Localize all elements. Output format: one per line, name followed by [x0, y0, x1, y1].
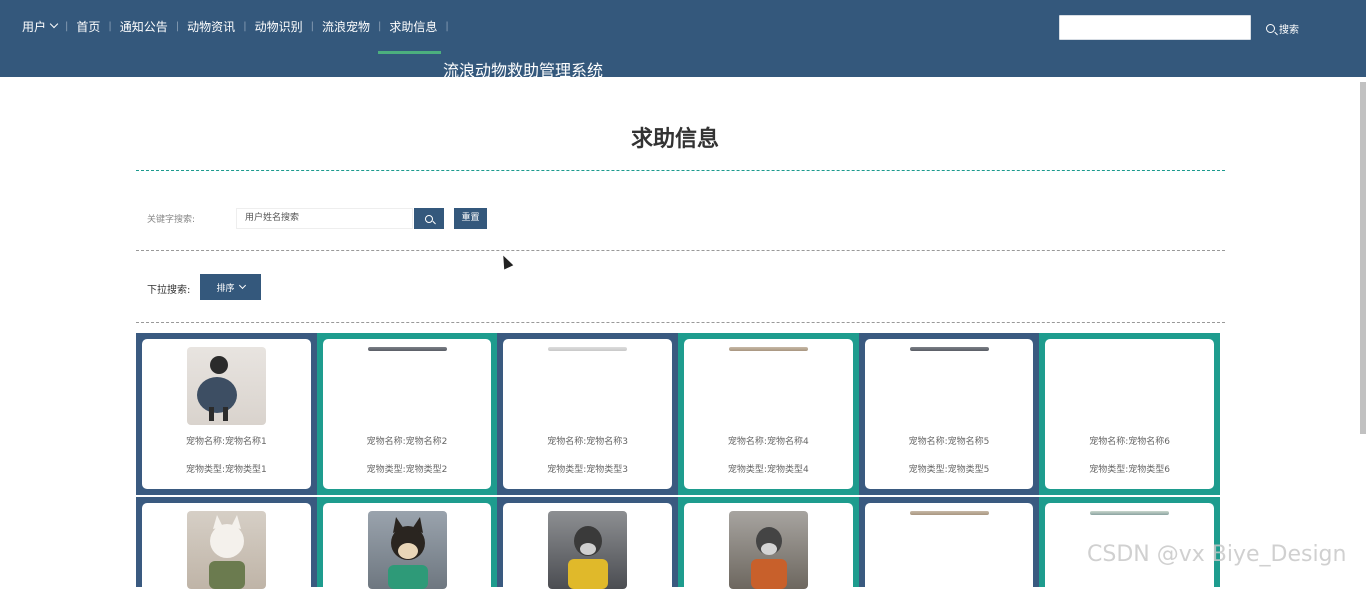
help-card[interactable]: 宠物名称:宠物名称2 宠物类型:宠物类型2 [322, 339, 492, 489]
header-search-button[interactable]: 搜索 [1266, 21, 1299, 36]
grid-cell: 宠物名称:宠物名称4 宠物类型:宠物类型4 [677, 333, 859, 495]
help-card[interactable] [683, 503, 853, 603]
help-card[interactable] [864, 503, 1034, 603]
schnauzer-image [568, 526, 609, 589]
pet-type: 宠物类型:宠物类型2 [366, 465, 448, 475]
pet-type: 宠物类型:宠物类型6 [1089, 465, 1170, 475]
header-search-label: 搜索 [1279, 25, 1299, 36]
top-navigation-bar: 用户 | 首页 | 通知公告 | 动物资讯 | 动物识别 | 流浪宠物 | 求助… [0, 0, 1366, 80]
nav-separator: | [445, 20, 449, 32]
pet-photo [548, 347, 628, 351]
active-tab-underline [378, 51, 441, 54]
title-divider [136, 170, 1225, 171]
nav-separator: | [65, 20, 69, 32]
nav-item-stray-pets[interactable]: 流浪宠物 [322, 18, 370, 35]
nav-separator: | [243, 20, 247, 32]
nav-separator: | [175, 20, 180, 32]
grid-cell [316, 497, 498, 603]
grid-cell: 宠物名称:宠物名称3 宠物类型:宠物类型3 [497, 333, 678, 495]
pet-photo [1090, 511, 1170, 515]
help-card[interactable]: 宠物名称:宠物名称5 宠物类型:宠物类型5 [864, 339, 1034, 489]
cat-image [209, 515, 245, 589]
pet-name: 宠物名称:宠物名称2 [366, 437, 448, 447]
help-card[interactable]: 宠物名称:宠物名称1 宠物类型:宠物类型1 [142, 339, 311, 489]
grid-cell: 宠物名称:宠物名称1 宠物类型:宠物类型1 [136, 333, 317, 495]
nav-item-home[interactable]: 首页 [76, 18, 100, 35]
pet-type: 宠物类型:宠物类型3 [547, 465, 629, 475]
pet-photo [187, 347, 266, 425]
shiba-dog-image [387, 517, 428, 589]
chevron-down-icon [238, 281, 246, 290]
pet-name: 宠物名称:宠物名称1 [185, 437, 267, 447]
search-icon [425, 214, 433, 223]
pet-name: 宠物名称:宠物名称4 [727, 437, 809, 447]
sort-dropdown-button[interactable]: 排序 [200, 274, 261, 300]
pet-type: 宠物类型:宠物类型5 [908, 465, 990, 475]
search-icon [1266, 24, 1275, 33]
nav-separator: | [108, 20, 112, 32]
pet-photo [548, 511, 628, 589]
watermark: CSDN @vx Biye_Design [1087, 542, 1347, 567]
keyword-search-button[interactable] [414, 208, 444, 229]
pet-photo [728, 511, 808, 589]
grid-cell: 宠物名称:宠物名称6 宠物类型:宠物类型6 [1039, 333, 1220, 495]
nav-separator: | [310, 20, 314, 32]
page-title: 求助信息 [630, 127, 719, 152]
reset-button[interactable]: 重置 [454, 208, 487, 229]
sort-dropdown-label: 排序 [216, 283, 235, 294]
pet-photo [909, 347, 989, 351]
keyword-search-label: 关键字搜索: [147, 215, 196, 225]
grid-cell [497, 497, 678, 603]
nav-item-animal-recognition[interactable]: 动物识别 [255, 18, 303, 35]
grid-cell [136, 497, 317, 603]
pet-type: 宠物类型:宠物类型4 [727, 465, 809, 475]
dog-in-jacket-image [197, 356, 237, 421]
pet-name: 宠物名称:宠物名称3 [547, 437, 629, 447]
page-scrollbar[interactable] [1360, 82, 1366, 434]
grid-cell [677, 497, 859, 603]
chevron-down-icon [49, 19, 59, 29]
pet-photo [728, 347, 808, 351]
grid-cell [858, 497, 1040, 603]
nav-item-help-info[interactable]: 求助信息 [389, 18, 437, 35]
nav-item-notices[interactable]: 通知公告 [120, 18, 168, 35]
main-nav: 用户 | 首页 | 通知公告 | 动物资讯 | 动物识别 | 流浪宠物 | 求助… [22, 0, 457, 52]
pet-name: 宠物名称:宠物名称6 [1089, 437, 1170, 447]
help-info-grid-row-1: 宠物名称:宠物名称1 宠物类型:宠物类型1 宠物名称:宠物名称2 宠物类型:宠物… [136, 333, 1220, 495]
grid-cell: 宠物名称:宠物名称2 宠物类型:宠物类型2 [316, 333, 498, 495]
help-card[interactable] [503, 503, 672, 603]
site-title: 流浪动物救助管理系统 [443, 61, 604, 80]
pet-photo [909, 511, 989, 515]
pet-photo [187, 511, 266, 589]
header-search-input[interactable] [1059, 15, 1251, 40]
nav-item-animal-news[interactable]: 动物资讯 [187, 18, 235, 35]
nav-separator: | [377, 20, 382, 32]
grid-cell: 宠物名称:宠物名称5 宠物类型:宠物类型5 [858, 333, 1040, 495]
schnauzer-image [750, 527, 787, 589]
dropdown-search-label: 下拉搜索: [147, 285, 191, 296]
help-card[interactable] [142, 503, 311, 603]
user-menu[interactable]: 用户 [22, 18, 59, 35]
pet-name: 宠物名称:宠物名称5 [908, 437, 990, 447]
help-card[interactable]: 宠物名称:宠物名称3 宠物类型:宠物类型3 [503, 339, 672, 489]
help-card[interactable] [322, 503, 492, 603]
pet-photo [367, 511, 447, 589]
user-menu-label: 用户 [22, 19, 47, 34]
help-card[interactable]: 宠物名称:宠物名称4 宠物类型:宠物类型4 [683, 339, 853, 489]
list-divider [136, 322, 1225, 323]
help-card[interactable]: 宠物名称:宠物名称6 宠物类型:宠物类型6 [1045, 339, 1214, 489]
keyword-search-input[interactable]: 用户姓名搜索 [236, 208, 413, 229]
mouse-cursor-icon [498, 253, 514, 270]
pet-type: 宠物类型:宠物类型1 [185, 465, 267, 475]
help-info-grid-row-2 [136, 497, 1220, 603]
pet-photo [367, 347, 447, 351]
filter-divider [136, 250, 1225, 251]
